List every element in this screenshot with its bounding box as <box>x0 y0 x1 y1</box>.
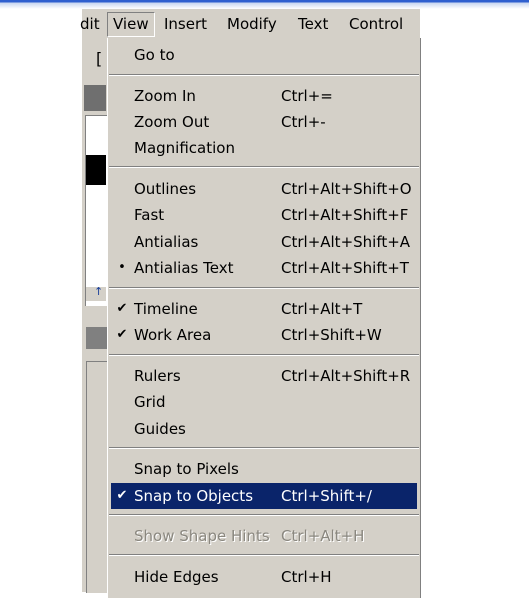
menu-bar: dit View Insert Modify Text Control <box>80 9 420 39</box>
background-app-panel: [ ↑ <box>82 9 110 593</box>
menu-item-label: Zoom In <box>134 87 196 105</box>
panel-dark-bar <box>86 327 108 349</box>
menu-item-go-to[interactable]: Go to <box>111 42 417 68</box>
menu-item-shortcut: Ctrl+Alt+H <box>281 527 365 545</box>
radio-bullet-icon: • <box>118 260 126 275</box>
menu-item-show-shape-hints: Show Shape Hints Ctrl+Alt+H <box>111 523 417 549</box>
menu-item-label: Go to <box>134 46 175 64</box>
menu-item-label: Zoom Out <box>134 113 210 131</box>
menu-item-shortcut: Ctrl+Shift+W <box>281 326 382 344</box>
menu-item-label: Guides <box>134 420 186 438</box>
menu-item-antialias-text[interactable]: • Antialias Text Ctrl+Alt+Shift+T <box>111 255 417 281</box>
menu-item-zoom-out[interactable]: Zoom Out Ctrl+- <box>111 109 417 135</box>
menu-control[interactable]: Control <box>344 12 408 36</box>
menu-view[interactable]: View <box>107 12 155 37</box>
checkmark-icon: ✔ <box>116 301 128 316</box>
menu-item-label: Work Area <box>134 326 212 344</box>
menu-item-label: Snap to Pixels <box>134 460 239 478</box>
menu-item-outlines[interactable]: Outlines Ctrl+Alt+Shift+O <box>111 176 417 202</box>
menu-item-fast[interactable]: Fast Ctrl+Alt+Shift+F <box>111 202 417 228</box>
menu-item-guides[interactable]: Guides <box>111 416 417 442</box>
panel-lower-frame <box>86 361 109 593</box>
menu-item-timeline[interactable]: ✔ Timeline Ctrl+Alt+T <box>111 296 417 322</box>
menu-item-zoom-in[interactable]: Zoom In Ctrl+= <box>111 83 417 109</box>
menu-modify[interactable]: Modify <box>222 12 282 36</box>
view-menu: Go to Zoom In Ctrl+= Zoom Out Ctrl+- Mag… <box>107 38 421 598</box>
menu-item-shortcut: Ctrl+Alt+Shift+R <box>281 367 411 385</box>
window-title-strip <box>0 0 529 9</box>
menu-item-snap-to-pixels[interactable]: Snap to Pixels <box>111 456 417 482</box>
menu-separator <box>109 354 419 356</box>
menu-edit[interactable]: dit <box>75 12 105 36</box>
menu-item-snap-to-objects[interactable]: ✔ Snap to Objects Ctrl+Shift+/ <box>111 483 417 509</box>
menu-item-shortcut: Ctrl+Alt+Shift+O <box>281 180 412 198</box>
toolbar-bracket-glyph: [ <box>96 49 103 68</box>
menu-separator <box>109 74 419 76</box>
menu-item-label: Timeline <box>134 300 198 318</box>
menu-item-antialias[interactable]: Antialias Ctrl+Alt+Shift+A <box>111 229 417 255</box>
menu-item-shortcut: Ctrl+Alt+Shift+F <box>281 206 409 224</box>
menu-item-rulers[interactable]: Rulers Ctrl+Alt+Shift+R <box>111 363 417 389</box>
menu-item-shortcut: Ctrl+Alt+Shift+A <box>281 233 411 251</box>
menu-item-magnification[interactable]: Magnification <box>111 135 417 161</box>
menu-item-label: Rulers <box>134 367 181 385</box>
menu-item-label: Antialias Text <box>134 259 234 277</box>
menu-item-shortcut: Ctrl+Shift+/ <box>281 487 372 505</box>
menu-item-label: Grid <box>134 393 166 411</box>
menu-separator <box>109 514 419 516</box>
menu-insert[interactable]: Insert <box>159 12 212 36</box>
menu-item-work-area[interactable]: ✔ Work Area Ctrl+Shift+W <box>111 322 417 348</box>
panel-gripper <box>84 85 106 111</box>
menu-item-label: Fast <box>134 206 165 224</box>
menu-item-shortcut: Ctrl+H <box>281 568 332 586</box>
menu-separator <box>109 554 419 556</box>
menu-item-label: Outlines <box>134 180 197 198</box>
panel-black-block <box>86 155 106 185</box>
checkmark-icon: ✔ <box>116 327 128 342</box>
menu-item-label: Show Shape Hints <box>134 527 270 545</box>
menu-item-hide-edges[interactable]: Hide Edges Ctrl+H <box>111 564 417 590</box>
menu-item-shortcut: Ctrl+= <box>281 87 333 105</box>
menu-separator <box>109 287 419 289</box>
menu-item-shortcut: Ctrl+- <box>281 113 326 131</box>
menu-item-label: Antialias <box>134 233 199 251</box>
menu-item-label: Snap to Objects <box>134 487 254 505</box>
arrow-glyph: ↑ <box>94 285 104 298</box>
menu-item-label: Magnification <box>134 139 235 157</box>
menu-separator <box>109 166 419 168</box>
menu-text[interactable]: Text <box>293 12 333 36</box>
menu-item-grid[interactable]: Grid <box>111 389 417 415</box>
panel-frame <box>85 115 108 306</box>
menu-separator <box>109 447 419 449</box>
menu-item-shortcut: Ctrl+Alt+Shift+T <box>281 259 409 277</box>
checkmark-icon: ✔ <box>116 488 128 503</box>
menu-item-shortcut: Ctrl+Alt+T <box>281 300 363 318</box>
menu-item-label: Hide Edges <box>134 568 219 586</box>
